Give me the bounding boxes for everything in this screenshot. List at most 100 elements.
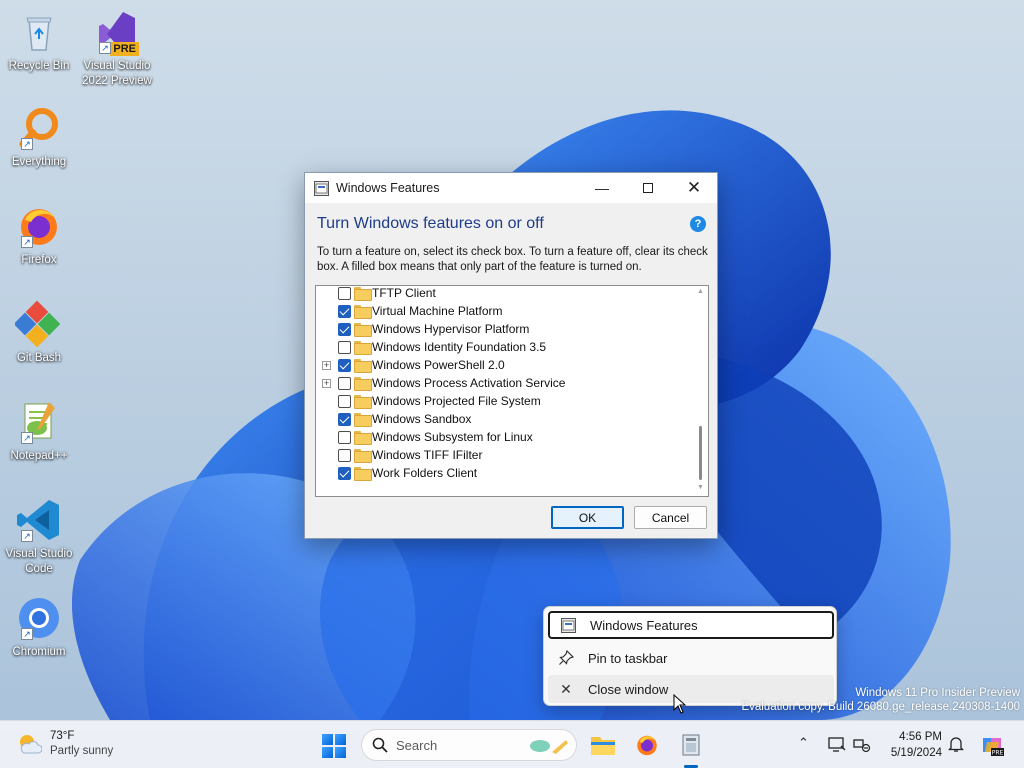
- desktop-icon-label: Git Bash: [16, 352, 62, 364]
- folder-icon: [354, 395, 372, 409]
- desktop-icon-chromium[interactable]: ↗ Chromium: [4, 594, 74, 660]
- firefox-icon: [637, 735, 657, 756]
- menu-item-windows-features[interactable]: Windows Features: [548, 611, 834, 639]
- maximize-icon: [643, 183, 653, 193]
- ok-button[interactable]: OK: [551, 506, 624, 529]
- desktop-icon-label: Firefox: [21, 254, 57, 266]
- dialog-heading: Turn Windows features on or off: [317, 215, 544, 232]
- maximize-button[interactable]: [625, 173, 671, 203]
- pin-icon: [558, 650, 574, 666]
- help-icon[interactable]: ?: [690, 216, 706, 232]
- expand-icon[interactable]: +: [322, 378, 331, 388]
- features-tree: TFTP Client Virtual Machine Platform Win…: [315, 285, 709, 497]
- shortcut-arrow-icon: ↗: [21, 236, 33, 248]
- feature-checkbox[interactable]: [338, 376, 351, 390]
- svg-text:PRE: PRE: [992, 750, 1004, 757]
- folder-icon: [354, 377, 372, 391]
- folder-icon: [354, 359, 372, 373]
- feature-checkbox[interactable]: [338, 412, 351, 426]
- windows-features-icon: [682, 734, 700, 756]
- desktop-icon-visual-studio-2022-preview[interactable]: PRE ↗ Visual Studio 2022 Preview: [82, 8, 152, 89]
- start-button[interactable]: [322, 734, 346, 758]
- shortcut-arrow-icon: ↗: [21, 138, 33, 150]
- clock-date: 5/19/2024: [890, 747, 942, 759]
- feature-label: Windows Identity Foundation 3.5: [372, 340, 547, 354]
- cancel-button[interactable]: Cancel: [634, 506, 707, 529]
- minimize-button[interactable]: —: [579, 173, 625, 203]
- feature-checkbox[interactable]: [338, 286, 351, 300]
- desktop-icon-label: Notepad++: [10, 450, 68, 462]
- search-icon: [372, 737, 388, 753]
- show-hidden-icons-chevron-up-icon[interactable]: ⌃: [798, 735, 809, 751]
- scroll-up-icon[interactable]: ▲: [697, 288, 704, 295]
- weather-condition: Partly sunny: [50, 745, 114, 757]
- expand-icon[interactable]: +: [322, 360, 331, 370]
- menu-item-label: Close window: [588, 681, 669, 697]
- feature-label: Windows Process Activation Service: [372, 376, 566, 390]
- close-button[interactable]: ✕: [671, 173, 717, 203]
- evaluation-watermark: Windows 11 Pro Insider Preview Evaluatio…: [741, 686, 1020, 714]
- desktop-icon-notepad-plus-plus[interactable]: ↗ Notepad++: [4, 398, 74, 464]
- copilot-taskbar-button[interactable]: PRE: [978, 731, 1006, 759]
- recycle-bin-icon: [15, 8, 63, 56]
- feature-checkbox[interactable]: [338, 304, 351, 318]
- scroll-down-icon[interactable]: ▼: [697, 484, 704, 491]
- desktop-icon-label: Chromium: [12, 646, 66, 658]
- menu-item-label: Pin to taskbar: [588, 650, 668, 666]
- shortcut-arrow-icon: ↗: [21, 432, 33, 444]
- desktop-icon-firefox[interactable]: ↗ Firefox: [4, 202, 74, 268]
- desktop-icon-git-bash[interactable]: Git Bash: [4, 300, 74, 366]
- folder-icon: [354, 413, 372, 427]
- title-bar[interactable]: Windows Features — ✕: [305, 173, 717, 203]
- weather-temperature: 73°F: [50, 730, 75, 742]
- feature-checkbox[interactable]: [338, 322, 351, 336]
- windows-logo-icon: [322, 734, 333, 745]
- scrollbar-thumb[interactable]: [699, 426, 702, 480]
- menu-item-pin-to-taskbar[interactable]: Pin to taskbar: [548, 644, 834, 672]
- feature-checkbox[interactable]: [338, 358, 351, 372]
- folder-icon: [354, 449, 372, 463]
- search-placeholder: Search: [396, 737, 438, 753]
- folder-icon: [354, 287, 372, 301]
- shortcut-arrow-icon: ↗: [99, 42, 111, 54]
- firefox-taskbar-button[interactable]: [633, 731, 661, 759]
- shortcut-arrow-icon: ↗: [21, 530, 33, 542]
- watermark-line2: Evaluation copy. Build 26080.ge_release.…: [741, 701, 1020, 713]
- display-icon[interactable]: [828, 737, 846, 753]
- taskbar-search-box[interactable]: Search: [361, 729, 577, 761]
- windows-features-taskbar-button[interactable]: [677, 731, 705, 759]
- feature-label: Windows Projected File System: [372, 394, 541, 408]
- feature-label: TFTP Client: [372, 286, 436, 300]
- feature-checkbox[interactable]: [338, 448, 351, 462]
- folder-icon: [354, 467, 372, 481]
- visual-studio-icon: PRE ↗: [93, 8, 141, 56]
- partly-sunny-icon: [20, 735, 42, 754]
- file-explorer-taskbar-button[interactable]: [589, 731, 617, 759]
- desktop-icon-recycle-bin[interactable]: Recycle Bin: [4, 8, 74, 74]
- folder-icon: [354, 323, 372, 337]
- feature-checkbox[interactable]: [338, 430, 351, 444]
- search-highlight-icon: [530, 740, 568, 754]
- windows-features-icon: [314, 180, 329, 196]
- shortcut-arrow-icon: ↗: [21, 628, 33, 640]
- weather-widget[interactable]: 73°F Partly sunny: [16, 729, 113, 759]
- vertical-scrollbar[interactable]: ▲ ▼: [694, 286, 708, 496]
- feature-checkbox[interactable]: [338, 340, 351, 354]
- desktop-icon-visual-studio-code[interactable]: ↗ Visual Studio Code: [4, 496, 74, 577]
- desktop-icon-label: Visual Studio 2022 Preview: [82, 60, 152, 87]
- taskbar-clock[interactable]: 4:56 PM 5/19/2024: [880, 729, 942, 761]
- file-explorer-icon: [591, 737, 615, 755]
- clock-time: 4:56 PM: [899, 731, 942, 743]
- feature-checkbox[interactable]: [338, 394, 351, 408]
- feature-label: Windows Subsystem for Linux: [372, 430, 533, 444]
- taskbar: 73°F Partly sunny Search ⌃ 4:56 PM 5/19/…: [0, 720, 1024, 768]
- network-icon[interactable]: [853, 737, 871, 753]
- feature-label: Work Folders Client: [372, 466, 478, 480]
- desktop-icon-everything[interactable]: ↗ Everything: [4, 104, 74, 170]
- feature-checkbox[interactable]: [338, 466, 351, 480]
- close-icon: ✕: [560, 680, 572, 697]
- window-title: Windows Features: [336, 181, 440, 195]
- notifications-bell-icon[interactable]: [948, 735, 964, 753]
- notepad-plus-plus-icon: ↗: [15, 398, 63, 446]
- folder-icon: [354, 305, 372, 319]
